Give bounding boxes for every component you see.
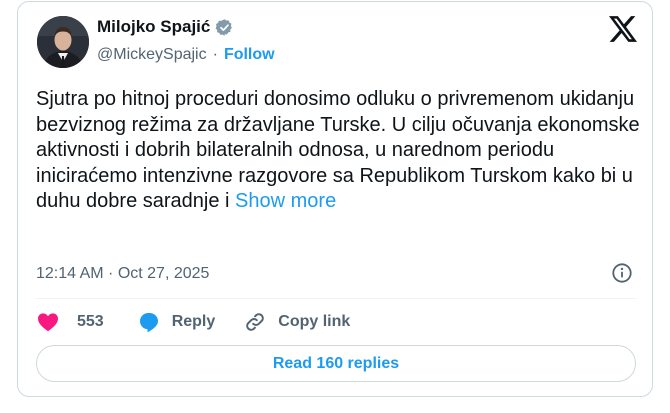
read-replies-button[interactable]: Read 160 replies (36, 345, 636, 382)
copy-link-button[interactable]: Copy link (243, 310, 350, 334)
separator-dot: · (212, 46, 218, 63)
author-name[interactable]: Milojko Spajić (97, 17, 210, 37)
reply-button[interactable]: Reply (137, 310, 216, 334)
tweet-timestamp[interactable]: 12:14 AM · Oct 27, 2025 (36, 264, 209, 284)
like-count: 553 (77, 313, 104, 330)
tweet-text-block: Sjutra po hitnoj proceduri donosimo odlu… (36, 87, 646, 215)
tweet-text: Sjutra po hitnoj proceduri donosimo odlu… (36, 88, 640, 213)
avatar-photo (37, 16, 89, 68)
heart-icon (38, 313, 58, 332)
copy-link-label: Copy link (278, 313, 351, 330)
author-name-row[interactable]: Milojko Spajić (97, 17, 234, 37)
x-logo-icon[interactable] (609, 16, 637, 42)
action-bar: 553 Reply Copy link (36, 309, 350, 335)
reply-label: Reply (171, 313, 216, 330)
author-handle-row: @MickeySpajic · Follow (97, 45, 275, 65)
show-more-link[interactable]: Show more (235, 190, 336, 212)
reply-bubble-icon (139, 313, 158, 333)
link-icon (246, 313, 265, 331)
tweet-card: Milojko Spajić @MickeySpajic · Follow Sj… (17, 1, 653, 397)
verified-badge-icon (215, 18, 233, 36)
divider (36, 298, 636, 299)
like-button[interactable]: 553 (36, 310, 104, 334)
author-handle[interactable]: @MickeySpajic (97, 45, 207, 65)
follow-button[interactable]: Follow (224, 45, 275, 65)
avatar[interactable] (37, 16, 89, 68)
info-icon[interactable] (611, 262, 633, 284)
